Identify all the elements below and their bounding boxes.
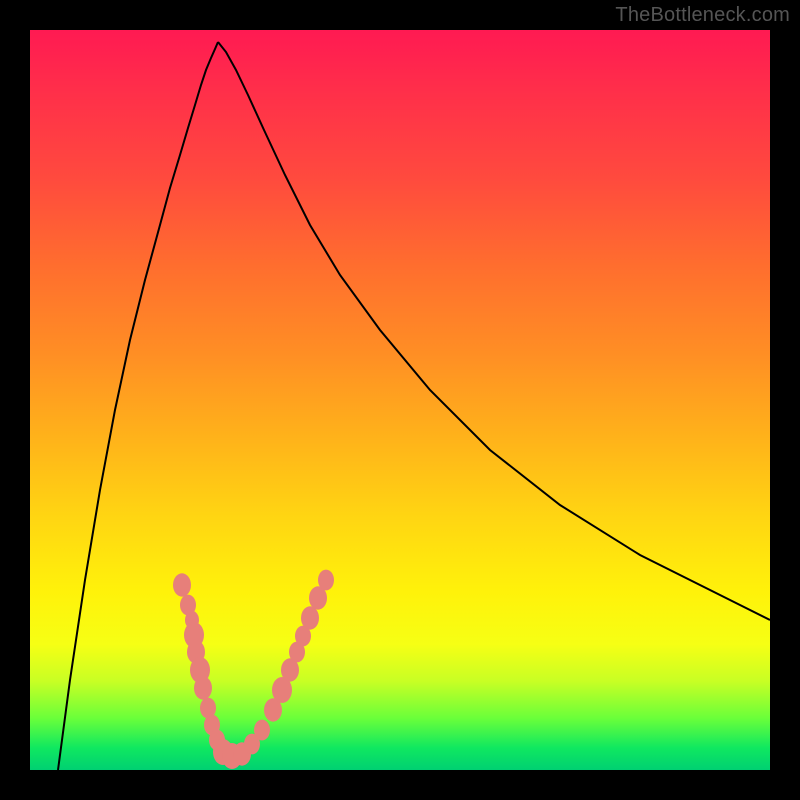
watermark-text: TheBottleneck.com bbox=[615, 4, 790, 27]
data-marker bbox=[254, 720, 270, 741]
data-marker bbox=[194, 676, 212, 699]
data-marker bbox=[173, 573, 191, 596]
chart-svg bbox=[30, 30, 770, 770]
data-marker bbox=[301, 606, 319, 629]
plot-area bbox=[30, 30, 770, 770]
data-marker bbox=[318, 570, 334, 591]
marker-group bbox=[173, 570, 334, 769]
curve-right-branch bbox=[218, 42, 770, 620]
chart-frame: TheBottleneck.com bbox=[0, 0, 800, 800]
